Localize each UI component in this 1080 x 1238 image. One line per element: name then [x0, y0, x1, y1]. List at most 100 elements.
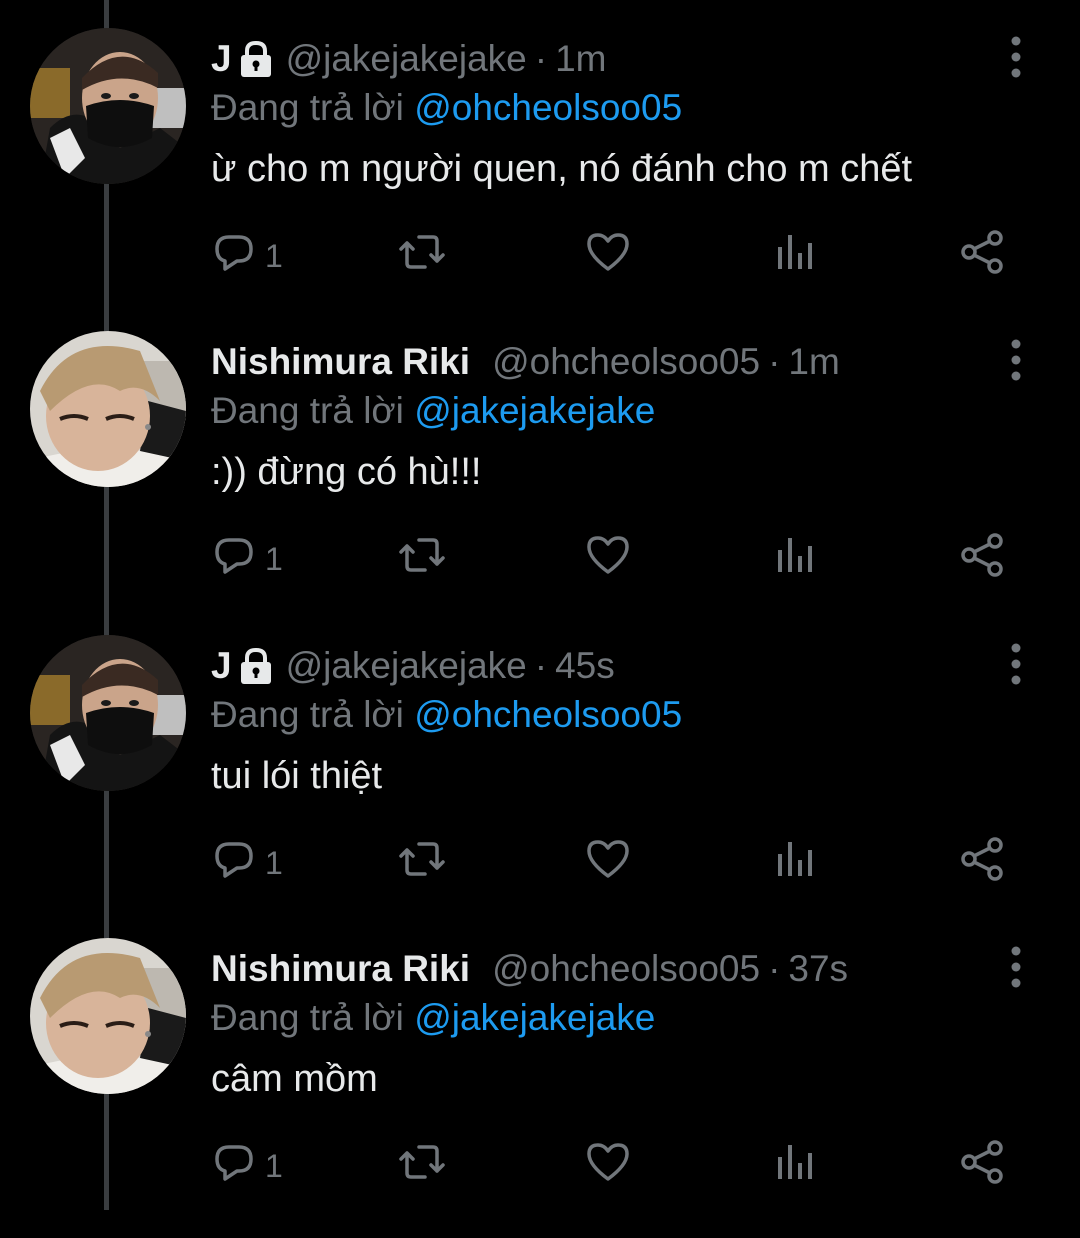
- analytics-button[interactable]: [773, 231, 819, 281]
- user-handle[interactable]: @jakejakejake: [286, 38, 527, 80]
- reply-button[interactable]: 1: [211, 231, 283, 281]
- reply-button[interactable]: 1: [211, 534, 283, 584]
- replying-to: Đang trả lời @jakejakejake: [211, 997, 655, 1039]
- reply-icon: [211, 1139, 257, 1193]
- tweet[interactable]: Nishimura Riki @ohcheolsoo05 · 1m Đang t…: [0, 328, 1080, 631]
- display-name[interactable]: Nishimura Riki: [211, 948, 470, 990]
- tweet-header: J @jakejakejake · 1m: [211, 35, 607, 83]
- analytics-button[interactable]: [773, 1141, 819, 1191]
- more-icon[interactable]: [1004, 945, 1028, 989]
- tweet-actions: 1: [211, 229, 1011, 283]
- avatar-blond-image: [30, 331, 186, 487]
- tweet-actions: 1: [211, 836, 1011, 890]
- like-icon: [585, 229, 631, 283]
- share-button[interactable]: [959, 836, 1005, 890]
- more-icon[interactable]: [1004, 338, 1028, 382]
- replying-to: Đang trả lời @jakejakejake: [211, 390, 655, 432]
- like-button[interactable]: [585, 231, 631, 281]
- user-handle[interactable]: @ohcheolsoo05: [492, 948, 760, 990]
- like-icon: [585, 1139, 631, 1193]
- separator: ·: [534, 645, 548, 686]
- tweet-text: tui lói thiệt: [211, 755, 383, 797]
- retweet-icon: [397, 532, 447, 586]
- analytics-icon: [773, 836, 819, 890]
- retweet-icon: [397, 229, 447, 283]
- more-icon[interactable]: [1004, 642, 1028, 686]
- tweet-actions: 1: [211, 532, 1011, 586]
- like-button[interactable]: [585, 1141, 631, 1191]
- tweet-header: Nishimura Riki @ohcheolsoo05 · 37s: [211, 945, 848, 993]
- share-button[interactable]: [959, 1139, 1005, 1193]
- avatar[interactable]: [30, 938, 186, 1094]
- replying-to: Đang trả lời @ohcheolsoo05: [211, 694, 682, 736]
- separator: ·: [768, 341, 781, 382]
- analytics-button[interactable]: [773, 534, 819, 584]
- reply-button[interactable]: 1: [211, 1141, 283, 1191]
- tweet-text: :)) đừng có hù!!!: [211, 451, 482, 493]
- timestamp[interactable]: 37s: [788, 948, 848, 990]
- avatar[interactable]: [30, 331, 186, 487]
- like-button[interactable]: [585, 534, 631, 584]
- replying-to-label: Đang trả lời: [211, 87, 404, 128]
- reply-count: 1: [265, 540, 283, 577]
- display-name[interactable]: Nishimura Riki: [211, 341, 470, 383]
- user-handle[interactable]: @ohcheolsoo05: [492, 341, 760, 383]
- like-button[interactable]: [585, 838, 631, 888]
- retweet-button[interactable]: [397, 1141, 447, 1191]
- separator: ·: [534, 38, 548, 79]
- avatar[interactable]: [30, 28, 186, 184]
- more-icon[interactable]: [1004, 35, 1028, 79]
- timestamp[interactable]: 1m: [788, 341, 839, 383]
- share-button[interactable]: [959, 532, 1005, 586]
- retweet-icon: [397, 836, 447, 890]
- timestamp[interactable]: 45s: [555, 645, 615, 687]
- reply-button[interactable]: 1: [211, 838, 283, 888]
- share-icon: [959, 229, 1005, 283]
- reply-icon: [211, 532, 257, 586]
- analytics-icon: [773, 1139, 819, 1193]
- separator: ·: [768, 948, 781, 989]
- retweet-button[interactable]: [397, 534, 447, 584]
- display-name[interactable]: J: [211, 38, 232, 80]
- share-button[interactable]: [959, 229, 1005, 283]
- user-handle[interactable]: @jakejakejake: [286, 645, 527, 687]
- display-name[interactable]: J: [211, 645, 232, 687]
- reply-count: 1: [265, 237, 283, 274]
- reply-count: 1: [265, 1147, 283, 1184]
- analytics-icon: [773, 532, 819, 586]
- avatar[interactable]: [30, 635, 186, 791]
- reply-icon: [211, 229, 257, 283]
- tweet[interactable]: J @jakejakejake · 45s Đang trả lời @ohch…: [0, 632, 1080, 935]
- retweet-button[interactable]: [397, 231, 447, 281]
- reply-mention[interactable]: @ohcheolsoo05: [414, 87, 682, 128]
- share-icon: [959, 836, 1005, 890]
- like-icon: [585, 836, 631, 890]
- reply-count: 1: [265, 844, 283, 881]
- retweet-icon: [397, 1139, 447, 1193]
- avatar-masked-image: [30, 635, 186, 791]
- share-icon: [959, 532, 1005, 586]
- retweet-button[interactable]: [397, 838, 447, 888]
- replying-to-label: Đang trả lời: [211, 694, 404, 735]
- lock-icon: [238, 40, 274, 78]
- tweet-text: ừ cho m người quen, nó đánh cho m chết: [211, 148, 913, 190]
- tweet-header: J @jakejakejake · 45s: [211, 642, 615, 690]
- like-icon: [585, 532, 631, 586]
- reply-mention[interactable]: @jakejakejake: [414, 390, 655, 431]
- reply-mention[interactable]: @ohcheolsoo05: [414, 694, 682, 735]
- tweet[interactable]: J @jakejakejake · 1m Đang trả lời @ohche…: [0, 25, 1080, 328]
- tweet-actions: 1: [211, 1139, 1011, 1193]
- timestamp[interactable]: 1m: [555, 38, 606, 80]
- avatar-masked-image: [30, 28, 186, 184]
- tweet-header: Nishimura Riki @ohcheolsoo05 · 1m: [211, 338, 840, 386]
- replying-to-label: Đang trả lời: [211, 997, 404, 1038]
- reply-icon: [211, 836, 257, 890]
- replying-to: Đang trả lời @ohcheolsoo05: [211, 87, 682, 129]
- reply-mention[interactable]: @jakejakejake: [414, 997, 655, 1038]
- avatar-blond-image: [30, 938, 186, 1094]
- share-icon: [959, 1139, 1005, 1193]
- tweet[interactable]: Nishimura Riki @ohcheolsoo05 · 37s Đang …: [0, 935, 1080, 1238]
- replying-to-label: Đang trả lời: [211, 390, 404, 431]
- analytics-button[interactable]: [773, 838, 819, 888]
- tweet-text: câm mồm: [211, 1058, 378, 1100]
